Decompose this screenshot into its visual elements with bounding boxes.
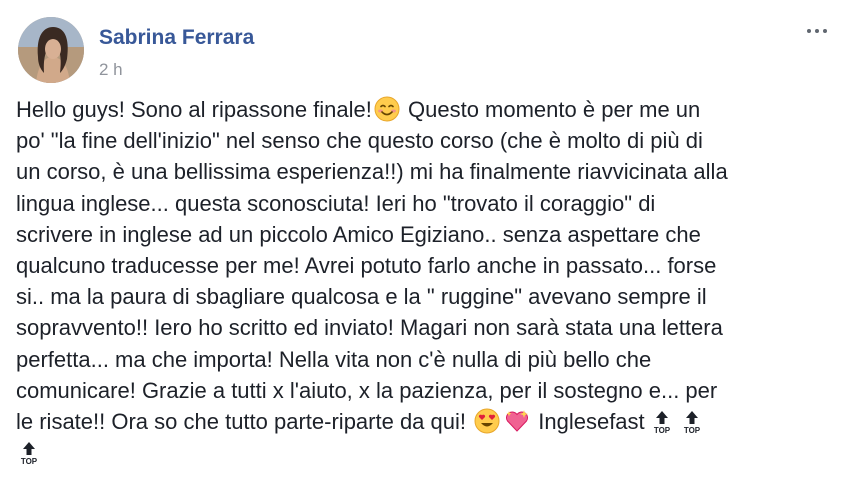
top-arrow-emoji: TOP <box>684 410 701 435</box>
more-options-icon[interactable] <box>800 20 834 42</box>
post-line: lingua inglese... questa sconosciuta! Ie… <box>16 190 656 216</box>
post-line: si.. ma la paura di sbagliare qualcosa e… <box>16 284 707 310</box>
post-line: le risate!! Ora so che tutto parte-ripar… <box>16 406 830 437</box>
top-arrow-emoji: TOP <box>21 442 38 466</box>
post-line: perfetta... ma che importa! Nella vita n… <box>16 346 652 372</box>
post-line: un corso, è una bellissima esperienza!!)… <box>16 159 728 185</box>
sparkling-heart-emoji <box>506 409 529 432</box>
post-line: TOP <box>16 437 830 468</box>
author-name[interactable]: Sabrina Ferrara <box>99 26 254 50</box>
post-line: comunicare! Grazie a tutti x l'aiuto, x … <box>16 377 718 403</box>
smiling-face-emoji <box>374 96 400 122</box>
post-line: scrivere in inglese ad un piccolo Amico … <box>16 221 701 247</box>
svg-text:TOP: TOP <box>654 426 671 435</box>
svg-text:TOP: TOP <box>684 426 701 435</box>
post-line: Hello guys! Sono al ripassone finale! Qu… <box>16 96 701 122</box>
post-body: Hello guys! Sono al ripassone finale! Qu… <box>16 94 830 468</box>
post-line: sopravvento!! Iero ho scritto ed inviato… <box>16 315 723 341</box>
post-timestamp[interactable]: 2 h <box>99 60 123 80</box>
post-line: qualcuno traducesse per me! Avrei potuto… <box>16 252 717 278</box>
top-arrow-emoji: TOP <box>654 410 671 435</box>
author-avatar[interactable] <box>18 17 84 83</box>
heart-eyes-emoji <box>474 408 500 434</box>
svg-text:TOP: TOP <box>21 457 38 466</box>
post-line: po' "la fine dell'inizio" nel senso che … <box>16 128 703 154</box>
